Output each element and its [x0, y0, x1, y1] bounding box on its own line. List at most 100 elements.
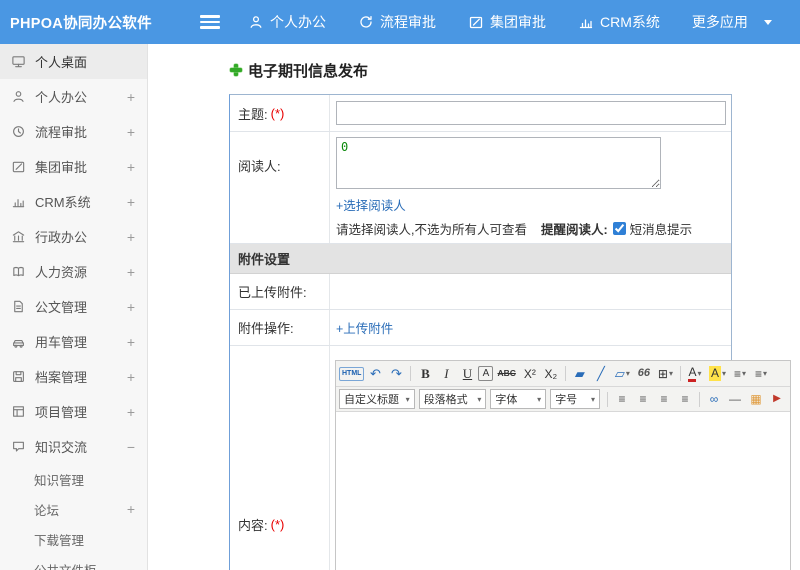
- ordered-list-icon[interactable]: ≡ ▾: [751, 364, 771, 384]
- editor-toolbar-row2: 自定义标题 ▾ 段落格式 ▾ 字体 ▾ 字号 ▾ ≡ ≡ ≡ ≡ ∞ — ▦ ▶: [336, 387, 790, 412]
- table-icon[interactable]: ⊞ ▾: [655, 364, 676, 384]
- paragraph-select[interactable]: 段落格式 ▾: [418, 389, 487, 409]
- content-row: 内容: (*) HTML ↶ ↷ B I U A ABC X² X₂ ▰ ╱ ▱…: [230, 346, 791, 570]
- expand-toggle[interactable]: +: [127, 335, 135, 349]
- blockquote-icon[interactable]: 66: [634, 364, 654, 384]
- sidebar-item-label: 档案管理: [35, 370, 88, 385]
- sidebar-item-document-management[interactable]: 公文管理 +: [0, 289, 147, 324]
- collapse-toggle[interactable]: −: [127, 440, 135, 454]
- readers-textarea[interactable]: 0: [336, 137, 661, 189]
- sms-notify-checkbox[interactable]: [612, 222, 626, 235]
- highlighter-icon[interactable]: ▱ ▾: [612, 364, 633, 384]
- expand-toggle[interactable]: +: [127, 265, 135, 279]
- nav-more-apps[interactable]: 更多应用: [692, 12, 772, 32]
- nav-group-approval[interactable]: 集团审批: [468, 12, 546, 32]
- sidebar-item-project-management[interactable]: 项目管理 +: [0, 394, 147, 429]
- editor-canvas[interactable]: [336, 412, 790, 570]
- sidebar-item-crm-system[interactable]: CRM系统 +: [0, 184, 147, 219]
- source-icon[interactable]: HTML: [339, 366, 365, 381]
- uploaded-attachments-label: 已上传附件:: [238, 285, 307, 300]
- media-icon[interactable]: ▶: [767, 389, 787, 409]
- sidebar-item-vehicle-management[interactable]: 用车管理 +: [0, 324, 147, 359]
- remind-readers-label: 提醒阅读人:: [540, 223, 608, 237]
- user-icon: [11, 89, 26, 104]
- sidebar-item-human-resources[interactable]: 人力资源 +: [0, 254, 147, 289]
- italic-icon[interactable]: I: [436, 364, 456, 384]
- font-family-select[interactable]: 字体 ▾: [490, 389, 547, 409]
- sidebar-item-download-management[interactable]: 下载管理: [0, 524, 147, 554]
- body-row: 个人桌面 个人办公 + 流程审批 + 集团审批 + CRM系统 + 行政办公 +…: [0, 44, 800, 570]
- superscript-icon[interactable]: X²: [520, 364, 540, 384]
- app-logo: PHPOA协同办公软件: [10, 15, 152, 32]
- page-title-row: 电子期刊信息发布: [229, 60, 800, 80]
- expand-toggle[interactable]: +: [127, 405, 135, 419]
- attachment-ops-label: 附件操作:: [238, 321, 294, 336]
- caret-down-icon: ▾: [697, 368, 702, 378]
- subject-label: 主题:: [238, 106, 268, 122]
- nav-workflow-approval[interactable]: 流程审批: [358, 12, 436, 32]
- sidebar-item-personal-desktop[interactable]: 个人桌面: [0, 44, 147, 79]
- subscript-icon[interactable]: X₂: [541, 364, 561, 384]
- unordered-list-icon[interactable]: ≡ ▾: [730, 364, 750, 384]
- readers-hint-row: 请选择阅读人,不选为所有人可查看 提醒阅读人: 短消息提示: [336, 219, 725, 238]
- expand-toggle[interactable]: +: [127, 160, 135, 174]
- bold-icon[interactable]: B: [415, 364, 435, 384]
- readers-hint: 请选择阅读人,不选为所有人可查看: [336, 223, 527, 237]
- expand-toggle[interactable]: +: [127, 502, 135, 516]
- book-icon: [11, 264, 26, 279]
- subject-input[interactable]: [336, 101, 726, 125]
- hr-icon[interactable]: —: [725, 389, 745, 409]
- align-justify-icon[interactable]: ≡: [675, 389, 695, 409]
- sidebar-item-knowledge-exchange[interactable]: 知识交流 −: [0, 429, 147, 464]
- strikethrough-icon[interactable]: ABC: [494, 364, 518, 384]
- font-color-icon[interactable]: A ▾: [685, 364, 705, 384]
- app-window: PHPOA协同办公软件 个人办公 流程审批 集团审批 CRM系统 更多应用 个人…: [0, 0, 800, 570]
- user-icon: [248, 14, 264, 30]
- readers-label: 阅读人:: [238, 159, 281, 174]
- expand-toggle[interactable]: +: [127, 300, 135, 314]
- sidebar-item-admin-office[interactable]: 行政办公 +: [0, 219, 147, 254]
- heading-select[interactable]: 自定义标题 ▾: [339, 389, 415, 409]
- expand-toggle[interactable]: +: [127, 125, 135, 139]
- caret-down-icon: ▾: [537, 394, 542, 404]
- format-painter-icon[interactable]: ╱: [591, 364, 611, 384]
- main-content: 电子期刊信息发布 主题: (*) 阅读人: 0 +选择阅读人 请选择阅读人,不选…: [148, 44, 800, 570]
- caret-down-icon: ▾: [742, 368, 747, 378]
- sidebar-item-knowledge-management[interactable]: 知识管理: [0, 464, 147, 494]
- underline-icon[interactable]: U: [457, 364, 477, 384]
- sidebar-item-personal-office[interactable]: 个人办公 +: [0, 79, 147, 114]
- expand-toggle[interactable]: +: [127, 90, 135, 104]
- align-left-icon[interactable]: ≡: [612, 389, 632, 409]
- expand-toggle[interactable]: +: [127, 195, 135, 209]
- sidebar-item-archive-management[interactable]: 档案管理 +: [0, 359, 147, 394]
- highlight-color-icon[interactable]: A ▾: [706, 364, 729, 384]
- page-title: 电子期刊信息发布: [248, 62, 369, 80]
- align-right-icon[interactable]: ≡: [654, 389, 674, 409]
- expand-toggle[interactable]: +: [127, 230, 135, 244]
- attachment-ops-row: 附件操作: +上传附件: [230, 310, 731, 346]
- select-readers-link[interactable]: +选择阅读人: [336, 195, 406, 214]
- redo-icon[interactable]: ↷: [386, 364, 406, 384]
- sidebar-item-label: 公文管理: [35, 300, 88, 315]
- font-box-icon[interactable]: A: [478, 366, 494, 381]
- link-icon[interactable]: ∞: [704, 389, 724, 409]
- sidebar-item-public-file-cabinet[interactable]: 公共文件柜: [0, 554, 147, 570]
- eraser-icon[interactable]: ▰: [570, 364, 590, 384]
- upload-attachment-link[interactable]: +上传附件: [336, 318, 393, 337]
- expand-toggle[interactable]: +: [127, 370, 135, 384]
- nav-label: 更多应用: [691, 14, 748, 30]
- font-size-select[interactable]: 字号 ▾: [550, 389, 600, 409]
- sidebar-item-forum[interactable]: 论坛 +: [0, 494, 147, 524]
- sidebar-item-group-approval[interactable]: 集团审批 +: [0, 149, 147, 184]
- nav-crm-system[interactable]: CRM系统: [578, 12, 660, 32]
- toolbar-separator: [564, 366, 566, 381]
- nav-personal-office[interactable]: 个人办公: [248, 12, 326, 32]
- bar-chart-icon: [578, 14, 594, 30]
- image-icon[interactable]: ▦: [746, 389, 766, 409]
- undo-icon[interactable]: ↶: [365, 364, 385, 384]
- sidebar-item-workflow-approval[interactable]: 流程审批 +: [0, 114, 147, 149]
- readers-row: 阅读人: 0 +选择阅读人 请选择阅读人,不选为所有人可查看 提醒阅读人: 短消…: [230, 132, 731, 244]
- align-center-icon[interactable]: ≡: [633, 389, 653, 409]
- caret-down-icon: ▾: [590, 394, 595, 404]
- menu-icon[interactable]: [200, 15, 220, 29]
